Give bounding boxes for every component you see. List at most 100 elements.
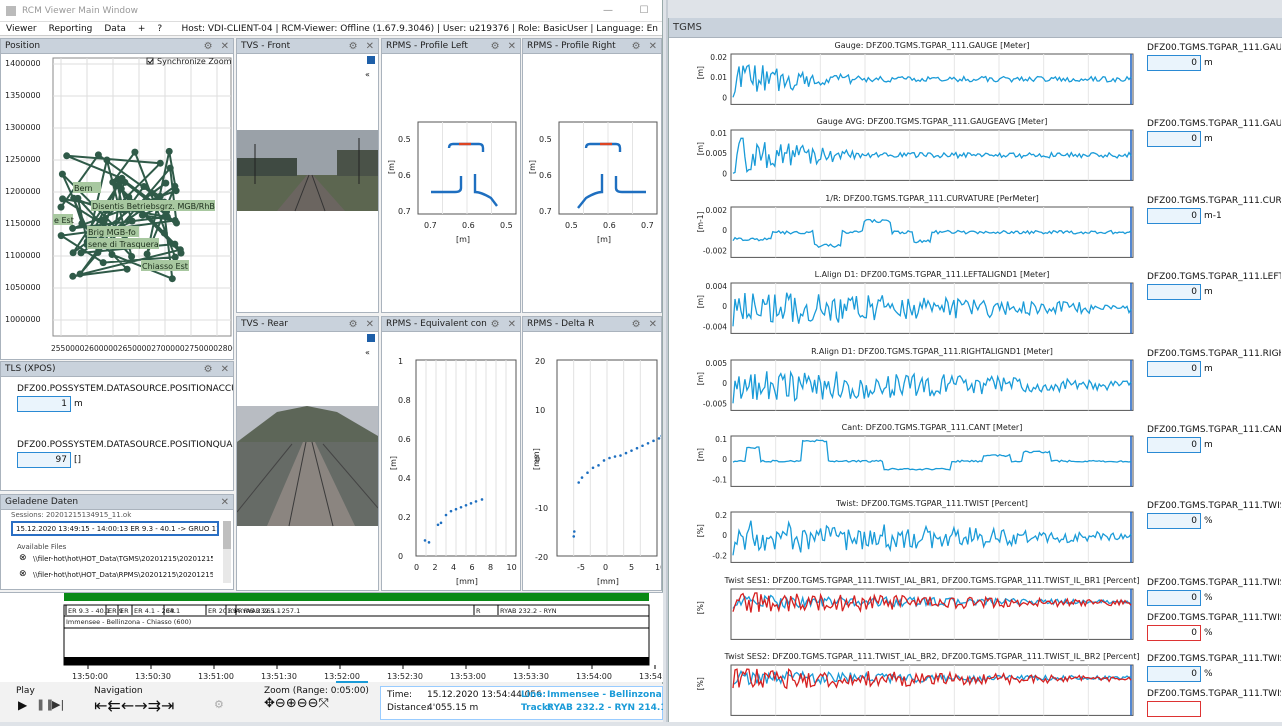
- step-icon[interactable]: ▶|: [52, 698, 64, 711]
- tgms-chart[interactable]: Gauge: DFZ00.TGMS.TGPAR_111.GAUGE [Meter…: [669, 38, 1145, 114]
- gear-icon[interactable]: ⚙: [200, 364, 217, 375]
- tgms-chart[interactable]: Twist SES1: DFZ00.TGMS.TGPAR_111.TWIST_I…: [669, 573, 1145, 649]
- tgms-chart[interactable]: L.Align D1: DFZ00.TGMS.TGPAR_111.LEFTALI…: [669, 267, 1145, 343]
- y-axis-label: [m]: [696, 66, 705, 79]
- remove-file-icon[interactable]: ⊗: [19, 569, 27, 579]
- timeline-bar: [64, 593, 649, 601]
- zoom-tools: ✥⊖⊕⊖⊖⤧: [264, 696, 329, 711]
- side-value-box: 0: [1147, 437, 1201, 453]
- station-node: [69, 272, 77, 280]
- save-icon[interactable]: [367, 56, 375, 64]
- menu-add[interactable]: +: [132, 24, 152, 34]
- nav-last-icon[interactable]: ⇥: [161, 696, 174, 715]
- menu-data[interactable]: Data: [98, 24, 132, 34]
- tgms-chart[interactable]: R.Align D1: DFZ00.TGMS.TGPAR_111.RIGHTAL…: [669, 344, 1145, 420]
- tvs-rear-panel: TVS - Rear ⚙ ✕: [236, 316, 379, 591]
- x-tick-label: 2: [433, 563, 438, 572]
- side-value-label: DFZ00.TGMS.TGPAR_111.TWIST_IL_BR1: [1147, 612, 1281, 623]
- tgms-chart[interactable]: Cant: DFZ00.TGMS.TGPAR_111.CANT [Meter] 0…: [669, 420, 1145, 496]
- gear-icon[interactable]: ⚙: [345, 41, 362, 52]
- close-icon[interactable]: ✕: [645, 41, 661, 52]
- time-label: 13:53:30: [513, 672, 549, 681]
- position-map[interactable]: 1400000 1350000 1300000 1250000 1200000 11500…: [1, 54, 234, 360]
- y-axis-label: [m]: [696, 448, 705, 461]
- y-tick-label: 0.01: [710, 129, 727, 138]
- close-icon[interactable]: ✕: [217, 364, 233, 375]
- menu-help[interactable]: ?: [151, 24, 168, 34]
- x-tick-label: 2550000260000026500002700000275000028000…: [51, 344, 234, 353]
- time-cursor[interactable]: [336, 681, 368, 683]
- timeline-panel[interactable]: ER 9.3 - 40.1 ER 9 ER ER 4.1 - 204.1 ER ER 20…: [0, 592, 663, 683]
- close-icon[interactable]: ✕: [504, 319, 520, 330]
- station-node: [63, 152, 71, 160]
- navigation-label: Navigation: [94, 686, 143, 696]
- remove-file-icon[interactable]: ⊗: [19, 553, 27, 563]
- chart-title: Twist SES1: DFZ00.TGMS.TGPAR_111.TWIST_I…: [724, 576, 1140, 585]
- zoom-in-icon[interactable]: ⊕: [286, 696, 297, 711]
- y-tick-label: 10: [535, 406, 545, 415]
- zoom-out-more-icon[interactable]: ⊖: [308, 696, 319, 711]
- tgms-chart[interactable]: Twist: DFZ00.TGMS.TGPAR_111.TWIST [Perce…: [669, 496, 1145, 572]
- chart-title: Cant: DFZ00.TGMS.TGPAR_111.CANT [Meter]: [842, 423, 1023, 432]
- tgms-chart[interactable]: 1/R: DFZ00.TGMS.TGPAR_111.CURVATURE [Per…: [669, 191, 1145, 267]
- station-node: [58, 170, 66, 178]
- data-point: [474, 500, 478, 503]
- collapse-icon[interactable]: «: [365, 348, 377, 357]
- data-point: [635, 446, 639, 450]
- nav-fast-forward-icon[interactable]: ⇉: [148, 696, 161, 715]
- close-icon[interactable]: ✕: [362, 319, 378, 330]
- station-node: [125, 193, 133, 201]
- station-node: [117, 185, 125, 193]
- gear-icon[interactable]: ⚙: [214, 698, 224, 711]
- collapse-icon[interactable]: «: [365, 70, 377, 79]
- close-icon[interactable]: ✕: [645, 319, 661, 330]
- gear-icon[interactable]: ⚙: [200, 41, 217, 52]
- nav-back-icon[interactable]: ←: [121, 696, 134, 715]
- close-icon[interactable]: ✕: [362, 41, 378, 52]
- gear-icon[interactable]: ⚙: [487, 319, 504, 330]
- gear-icon[interactable]: ⚙: [345, 319, 362, 330]
- file-item[interactable]: \\filer-hot\hot\HOT_Data\RPMS\20201215\2…: [33, 571, 213, 579]
- menu-viewer[interactable]: Viewer: [0, 24, 43, 34]
- minimize-icon[interactable]: —: [590, 5, 626, 16]
- position-panel: Position ⚙ ✕ 1400000 1350000 1300000 1250000 1…: [0, 38, 234, 360]
- timeline-track[interactable]: ER 9.3 - 40.1ER 9ER ER 4.1 - 204.1ER ER 20…: [0, 593, 663, 683]
- controls-bar: Play ▶ ❚❚ ▶| Navigation ⇤⇇←→⇉⇥ ⚙ Zoom (R…: [0, 684, 663, 722]
- nav-fast-back-icon[interactable]: ⇇: [107, 696, 120, 715]
- close-icon[interactable]: ✕: [217, 41, 233, 52]
- session-row[interactable]: 15.12.2020 13:49:15 - 14:00:13 ER 9.3 - …: [11, 521, 219, 536]
- side-value-box: 0: [1147, 624, 1201, 641]
- tgms-chart[interactable]: Twist SES2: DFZ00.TGMS.TGPAR_111.TWIST_I…: [669, 649, 1145, 725]
- nav-first-icon[interactable]: ⇤: [94, 696, 107, 715]
- close-icon[interactable]: ✕: [504, 41, 520, 52]
- gear-icon[interactable]: ⚙: [628, 319, 645, 330]
- tgms-chart[interactable]: Gauge AVG: DFZ00.TGMS.TGPAR_111.GAUGEAVG…: [669, 114, 1145, 190]
- y-axis-label: [mm]: [532, 448, 541, 470]
- side-value-unit: m: [1204, 58, 1213, 68]
- nav-forward-icon[interactable]: →: [134, 696, 147, 715]
- gear-icon[interactable]: ⚙: [487, 41, 504, 52]
- side-value-label: DFZ00.TGMS.TGPAR_111.GAUGEAVG: [1147, 119, 1281, 130]
- station-node: [171, 240, 179, 248]
- close-icon[interactable]: ✕: [217, 497, 233, 508]
- side-value-unit: m-1: [1204, 210, 1222, 221]
- file-item[interactable]: \\filer-hot\hot\HOT_Data\TGMS\20201215\2…: [33, 555, 213, 563]
- maximize-icon[interactable]: ☐: [626, 5, 662, 16]
- menu-reporting[interactable]: Reporting: [43, 24, 99, 34]
- station-node: [99, 259, 107, 267]
- station-node: [143, 250, 151, 258]
- conicity-chart: 1 0.8 0.6 0.4 0.2 0 0 2 4 6 8 10 [m] [mm]: [389, 357, 517, 586]
- zoom-out-icon[interactable]: ⊖: [275, 696, 286, 711]
- side-tool-strip: «: [365, 54, 377, 84]
- fit-icon[interactable]: ⤧: [319, 696, 329, 711]
- chart-title: 1/R: DFZ00.TGMS.TGPAR_111.CURVATURE [Per…: [825, 194, 1039, 203]
- y-tick-label: 1350000: [5, 91, 41, 100]
- play-icon[interactable]: ▶: [18, 698, 27, 712]
- zoom-out-icon[interactable]: ⊖: [297, 696, 308, 711]
- gear-icon[interactable]: ⚙: [628, 41, 645, 52]
- save-icon[interactable]: [367, 334, 375, 342]
- profile-right-chart: 0.5 0.6 0.7 0.5 0.6 0.7 [m] [m]: [528, 121, 658, 244]
- pan-icon[interactable]: ✥: [264, 696, 275, 711]
- scrollbar[interactable]: [223, 521, 231, 583]
- y-tick-label: 0.2: [715, 511, 727, 520]
